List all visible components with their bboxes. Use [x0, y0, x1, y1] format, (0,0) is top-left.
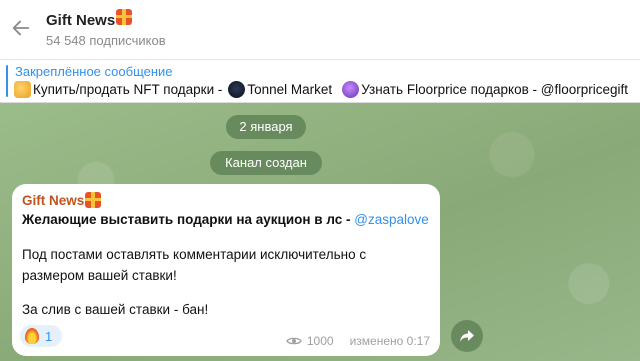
message-bubble[interactable]: Gift News Желающие выставить подарки на … [12, 184, 440, 356]
fire-reaction[interactable]: 1 [20, 325, 62, 347]
message-line-1-text: Желающие выставить подарки на аукцион в … [22, 212, 355, 227]
date-pill: 2 января [226, 115, 306, 139]
pinned-text-a: Купить/продать NFT подарки - [33, 82, 223, 97]
service-message: Канал создан [210, 151, 322, 175]
hands-emoji-icon [14, 81, 31, 98]
eye-icon [286, 337, 302, 345]
reaction-count: 1 [45, 328, 53, 344]
message-line-3: размером вашей ставки! [22, 268, 177, 283]
message-line-2: Под постами оставлять комментарии исключ… [22, 247, 367, 262]
chat-area: 2 января Канал создан Gift News Желающие… [0, 103, 640, 361]
message-author[interactable]: Gift News [22, 192, 102, 208]
pinned-message-bar[interactable]: Закреплённое сообщение Купить/продать NF… [0, 59, 640, 103]
gift-icon [85, 192, 102, 208]
edited-time: изменено 0:17 [349, 334, 430, 348]
pinned-indicator [6, 65, 8, 97]
message-line-1: Желающие выставить подарки на аукцион в … [22, 212, 429, 227]
share-button[interactable] [451, 320, 483, 352]
mention-link[interactable]: @zaspalove [354, 212, 429, 227]
chat-header: Gift News 54 548 подписчиков [0, 0, 640, 59]
pinned-text-b: Tonnel Market [247, 82, 333, 97]
view-count: 1000 [306, 334, 334, 348]
pinned-text-c: Узнать Floorprice подарков - @floorprice… [361, 82, 628, 97]
channel-title-text: Gift News [46, 12, 116, 29]
gift-icon [116, 9, 133, 25]
subscriber-count: 54 548 подписчиков [46, 33, 166, 48]
channel-title[interactable]: Gift News [46, 9, 133, 29]
back-arrow-icon[interactable] [10, 17, 32, 39]
pinned-text: Купить/продать NFT подарки - Tonnel Mark… [14, 81, 628, 98]
share-arrow-icon [460, 330, 474, 342]
frog-emoji-icon [342, 81, 360, 98]
diamond-emoji-icon [228, 81, 246, 98]
fire-icon [25, 328, 39, 344]
message-meta: 1000 изменено 0:17 [286, 334, 430, 348]
pinned-label: Закреплённое сообщение [15, 64, 173, 79]
message-author-name: Gift News [22, 192, 85, 208]
message-line-4: За слив с вашей ставки - бан! [22, 302, 209, 317]
